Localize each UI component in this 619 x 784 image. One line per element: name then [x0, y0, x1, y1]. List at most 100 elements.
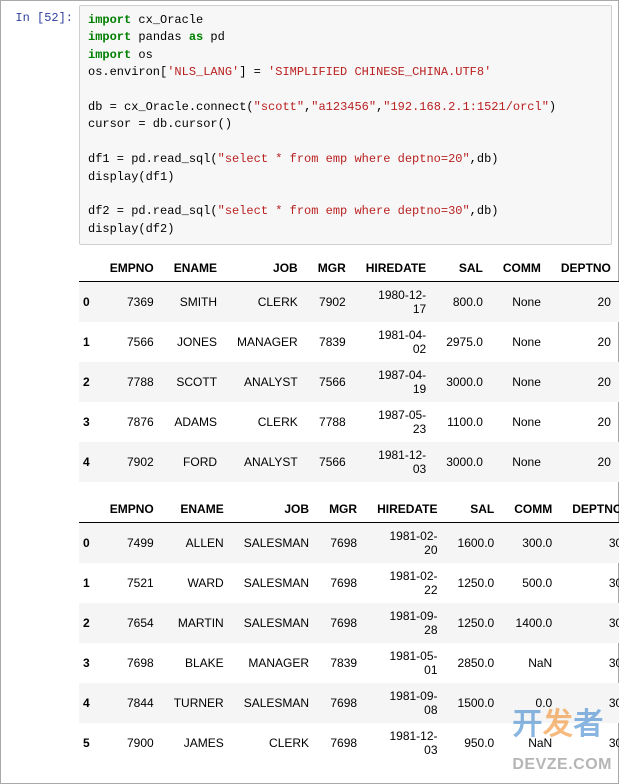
- table-cell: 1987-05-23: [356, 402, 436, 442]
- table-cell: 1250.0: [448, 563, 505, 603]
- table-cell: 1250.0: [448, 603, 505, 643]
- table-cell: TURNER: [164, 683, 234, 723]
- code-token: import: [88, 48, 131, 62]
- code-token: pd: [203, 30, 225, 44]
- table-cell: None: [493, 362, 551, 402]
- table-cell: 7369: [100, 282, 164, 323]
- code-token: import: [88, 13, 131, 27]
- code-token: ): [549, 100, 556, 114]
- row-index: 3: [79, 402, 100, 442]
- row-index: 1: [79, 322, 100, 362]
- row-index: 0: [79, 523, 100, 564]
- row-index: 4: [79, 683, 100, 723]
- table-cell: 7566: [308, 442, 356, 482]
- table-row: 17566JONESMANAGER78391981-04-022975.0Non…: [79, 322, 619, 362]
- row-index: 1: [79, 563, 100, 603]
- code-token: display(df1): [88, 170, 174, 184]
- table-cell: 500.0: [504, 563, 562, 603]
- table-cell: 1981-05-01: [367, 643, 447, 683]
- table-row: 37876ADAMSCLERK77881987-05-231100.0None2…: [79, 402, 619, 442]
- dataframe-df1: EMPNOENAMEJOBMGRHIREDATESALCOMMDEPTNO073…: [79, 255, 619, 482]
- table-row: 47902FORDANALYST75661981-12-033000.0None…: [79, 442, 619, 482]
- table-cell: 30: [562, 603, 619, 643]
- table-cell: 30: [562, 683, 619, 723]
- table-cell: 7499: [100, 523, 164, 564]
- table-corner: [79, 496, 100, 523]
- table-cell: 30: [562, 523, 619, 564]
- table-cell: SALESMAN: [234, 523, 319, 564]
- code-token: display(df2): [88, 222, 174, 236]
- table-row: 57900JAMESCLERK76981981-12-03950.0NaN30: [79, 723, 619, 763]
- table-cell: 20: [551, 442, 619, 482]
- table-cell: 20: [551, 282, 619, 323]
- code-token: "192.168.2.1:1521/orcl": [383, 100, 549, 114]
- output-area: EMPNOENAMEJOBMGRHIREDATESALCOMMDEPTNO073…: [73, 245, 612, 763]
- table-cell: 20: [551, 322, 619, 362]
- table-row: 27788SCOTTANALYST75661987-04-193000.0Non…: [79, 362, 619, 402]
- table-cell: 1981-04-02: [356, 322, 436, 362]
- code-input[interactable]: import cx_Oracle import pandas as pd imp…: [79, 5, 612, 245]
- column-header: MGR: [319, 496, 367, 523]
- table-cell: 7788: [308, 402, 356, 442]
- table-cell: 7839: [319, 643, 367, 683]
- code-token: "scott": [254, 100, 304, 114]
- table-cell: 7698: [100, 643, 164, 683]
- table-cell: 1981-02-22: [367, 563, 447, 603]
- table-cell: 7566: [100, 322, 164, 362]
- table-cell: 3000.0: [436, 442, 493, 482]
- table-cell: MANAGER: [234, 643, 319, 683]
- table-cell: None: [493, 282, 551, 323]
- table-cell: BLAKE: [164, 643, 234, 683]
- table-cell: 1500.0: [448, 683, 505, 723]
- table-cell: ADAMS: [164, 402, 227, 442]
- table-cell: 1600.0: [448, 523, 505, 564]
- code-token: 'NLS_LANG': [167, 65, 239, 79]
- code-cell: In [52]: import cx_Oracle import pandas …: [7, 5, 612, 245]
- row-index: 0: [79, 282, 100, 323]
- code-token: df2 = pd.read_sql(: [88, 204, 218, 218]
- table-cell: ALLEN: [164, 523, 234, 564]
- table-cell: 7900: [100, 723, 164, 763]
- table-cell: 7698: [319, 683, 367, 723]
- table-cell: JAMES: [164, 723, 234, 763]
- table-cell: 1987-04-19: [356, 362, 436, 402]
- table-cell: None: [493, 402, 551, 442]
- dataframe-df2: EMPNOENAMEJOBMGRHIREDATESALCOMMDEPTNO074…: [79, 496, 619, 763]
- column-header: COMM: [504, 496, 562, 523]
- table-cell: 30: [562, 563, 619, 603]
- table-corner: [79, 255, 100, 282]
- row-index: 5: [79, 723, 100, 763]
- table-cell: 1100.0: [436, 402, 493, 442]
- table-cell: CLERK: [227, 402, 308, 442]
- table-cell: 800.0: [436, 282, 493, 323]
- table-cell: CLERK: [227, 282, 308, 323]
- column-header: HIREDATE: [367, 496, 447, 523]
- row-index: 2: [79, 603, 100, 643]
- column-header: DEPTNO: [551, 255, 619, 282]
- table-cell: NaN: [504, 643, 562, 683]
- table-cell: 7698: [319, 523, 367, 564]
- table-cell: 1981-12-03: [367, 723, 447, 763]
- code-token: "select * from emp where deptno=20": [218, 152, 470, 166]
- column-header: ENAME: [164, 255, 227, 282]
- table-cell: 1981-09-08: [367, 683, 447, 723]
- code-token: ] =: [239, 65, 268, 79]
- table-cell: SMITH: [164, 282, 227, 323]
- code-token: os.environ[: [88, 65, 167, 79]
- table-cell: 1400.0: [504, 603, 562, 643]
- code-token: "a123456": [311, 100, 376, 114]
- table-cell: 7521: [100, 563, 164, 603]
- code-token: ,db): [470, 204, 499, 218]
- table-cell: ANALYST: [227, 442, 308, 482]
- column-header: EMPNO: [100, 496, 164, 523]
- code-token: ,db): [470, 152, 499, 166]
- column-header: DEPTNO: [562, 496, 619, 523]
- table-cell: None: [493, 322, 551, 362]
- row-index: 2: [79, 362, 100, 402]
- column-header: COMM: [493, 255, 551, 282]
- table-cell: CLERK: [234, 723, 319, 763]
- column-header: SAL: [448, 496, 505, 523]
- code-token: cursor = db.cursor(): [88, 117, 232, 131]
- table-cell: 7654: [100, 603, 164, 643]
- table-cell: 20: [551, 402, 619, 442]
